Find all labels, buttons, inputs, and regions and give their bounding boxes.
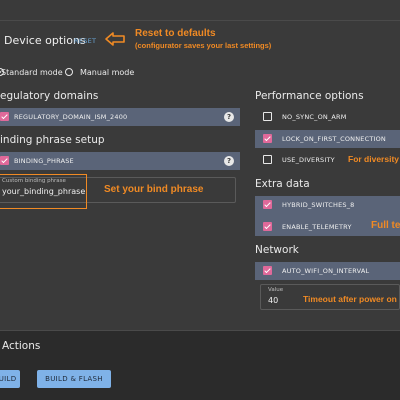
hybrid-switches-checkbox[interactable] [263, 200, 272, 209]
help-icon[interactable]: ? [224, 112, 234, 122]
binding-checkbox[interactable] [0, 156, 9, 165]
extra-data-heading: Extra data [255, 178, 310, 190]
build-and-flash-button[interactable]: BUILD & FLASH [37, 370, 111, 388]
auto-wifi-checkbox[interactable] [263, 266, 272, 275]
manual-mode-label: Manual mode [80, 68, 135, 77]
wifi-value-label: Value [268, 287, 284, 293]
reset-button[interactable]: RESET [74, 37, 96, 45]
regulatory-heading: egulatory domains [0, 90, 99, 102]
binding-item-label: BINDING_PHRASE [14, 157, 74, 165]
section-divider [0, 330, 400, 331]
diversity-annotation: For diversity [348, 154, 400, 164]
network-annotation: Timeout after power on [303, 294, 397, 304]
standard-mode-label: Standard mode [1, 68, 63, 77]
manual-mode-radio[interactable] [65, 68, 73, 76]
build-button[interactable]: BUILD [0, 370, 20, 388]
regulatory-checkbox[interactable] [0, 112, 9, 121]
auto-wifi-label: AUTO_WIFI_ON_INTERVAL [282, 267, 370, 275]
reset-annotation-title: Reset to defaults [135, 28, 216, 39]
arrow-left-icon [105, 32, 125, 46]
enable-telemetry-label: ENABLE_TELEMETRY [282, 223, 352, 231]
use-diversity-label: USE_DIVERSITY [282, 156, 335, 164]
no-sync-on-arm-checkbox[interactable] [263, 112, 272, 121]
enable-telemetry-checkbox[interactable] [263, 222, 272, 231]
binding-field-label: Custom binding phrase [2, 178, 66, 184]
binding-phrase-input[interactable]: your_binding_phrase [2, 187, 85, 196]
wifi-interval-input[interactable]: 40 [268, 296, 278, 305]
no-sync-on-arm-label: NO_SYNC_ON_ARM [282, 113, 347, 121]
network-heading: Network [255, 244, 299, 256]
binding-heading: inding phrase setup [0, 134, 105, 146]
actions-heading: Actions [2, 340, 41, 352]
telemetry-annotation: Full te [371, 220, 400, 231]
reset-annotation-subtitle: (configurator saves your last settings) [135, 41, 272, 50]
binding-annotation: Set your bind phrase [104, 184, 204, 195]
lock-on-first-connection-label: LOCK_ON_FIRST_CONNECTION [282, 135, 386, 143]
hybrid-switches-label: HYBRID_SWITCHES_8 [282, 201, 355, 209]
performance-heading: Performance options [255, 90, 364, 102]
use-diversity-checkbox[interactable] [263, 155, 272, 164]
top-strip [0, 0, 400, 20]
lock-on-first-connection-checkbox[interactable] [263, 134, 272, 143]
help-icon[interactable]: ? [224, 156, 234, 166]
regulatory-item-label: REGULATORY_DOMAIN_ISM_2400 [14, 113, 128, 121]
